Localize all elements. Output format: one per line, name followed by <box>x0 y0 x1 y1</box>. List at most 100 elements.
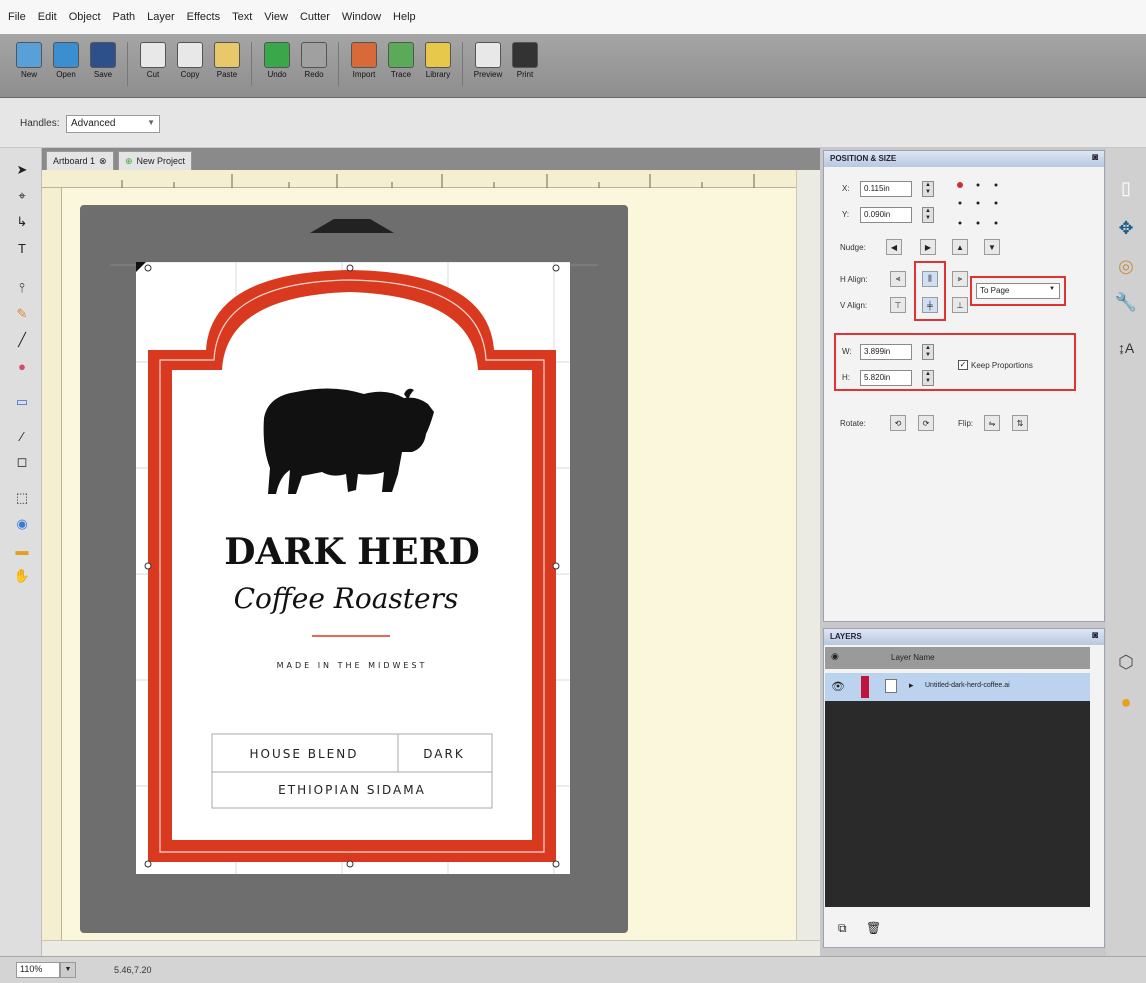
align-left-icon[interactable]: ⫷ <box>890 271 906 287</box>
flip-vertical-icon[interactable]: ⇅ <box>1012 415 1028 431</box>
brand-tagline: MADE IN THE MIDWEST <box>277 661 428 670</box>
measure-tool-icon[interactable]: ▬ <box>12 540 32 560</box>
trace-landscape-icon <box>388 42 414 68</box>
panel-close-icon[interactable]: ◙ <box>1092 152 1098 163</box>
cut-button[interactable]: Cut <box>136 42 170 79</box>
brush-tool-icon[interactable]: ╱ <box>12 330 32 350</box>
move-position-icon[interactable]: ✥ <box>1112 214 1140 242</box>
reference-point-grid[interactable] <box>954 179 1006 231</box>
toolbar-separator <box>462 42 463 86</box>
print-button[interactable]: Print <box>508 42 542 79</box>
x-spinner[interactable]: ▲ ▼ <box>922 181 934 197</box>
tab-new-project[interactable]: ⊕ New Project <box>118 151 193 170</box>
nudge-up-icon[interactable]: ▲ <box>952 239 968 255</box>
toolbar-separator <box>127 42 128 86</box>
delete-layer-icon[interactable]: 🗑 <box>866 921 881 935</box>
panel-title: POSITION & SIZE <box>830 154 897 163</box>
menu-item-edit[interactable]: Edit <box>38 11 57 23</box>
library-orb-icon[interactable]: ● <box>1112 688 1140 716</box>
menu-item-effects[interactable]: Effects <box>187 11 220 23</box>
brand-script: Coffee Roasters <box>234 582 459 615</box>
brand-title: DARK HERD <box>224 531 479 573</box>
zoom-field[interactable]: 110% <box>16 962 60 978</box>
preview-button[interactable]: Preview <box>471 42 505 79</box>
import-button[interactable]: Import <box>347 42 381 79</box>
ruler-ticks <box>121 174 755 188</box>
align-right-icon[interactable]: ⫸ <box>952 271 968 287</box>
toolbar-label: Save <box>93 70 113 79</box>
pan-hand-icon[interactable]: ✋ <box>12 566 32 586</box>
tab-artboard[interactable]: Artboard 1 ⊗ <box>46 151 114 170</box>
menu-item-help[interactable]: Help <box>393 11 416 23</box>
main-toolbar: New Open Save Cut Copy Paste Undo Redo Import Tra… <box>0 34 1146 98</box>
toolbar-label: Preview <box>473 70 503 79</box>
eraser-tool-icon[interactable]: ● <box>12 356 32 376</box>
eyedropper-icon[interactable]: ⁄ <box>12 426 32 446</box>
color-palette-icon[interactable]: ◎ <box>1112 252 1140 280</box>
new-button[interactable]: New <box>12 42 46 79</box>
node-edit-icon[interactable]: ⌖ <box>12 186 32 206</box>
flip-horizontal-icon[interactable]: ⇋ <box>984 415 1000 431</box>
transform-tool-icon[interactable]: ⬚ <box>12 488 32 508</box>
toolbar-separator <box>338 42 339 86</box>
align-top-icon[interactable]: ⊤ <box>890 297 906 313</box>
close-icon[interactable]: ⊗ <box>99 156 107 167</box>
design-page[interactable]: DARK HERD Coffee Roasters MADE IN THE MI… <box>136 261 570 874</box>
text-style-icon[interactable]: ↨A <box>1112 334 1140 362</box>
menu-item-file[interactable]: File <box>8 11 26 23</box>
save-button[interactable]: Save <box>86 42 120 79</box>
nudge-right-icon[interactable]: ▶ <box>920 239 936 255</box>
knife-tool-icon[interactable]: ⫯ <box>12 278 32 298</box>
y-label: Y: <box>842 210 850 219</box>
paste-button[interactable]: Paste <box>210 42 244 79</box>
layers-stack-icon[interactable]: ⬡ <box>1112 648 1140 676</box>
select-arrow-icon[interactable]: ➤ <box>12 160 32 180</box>
new-layer-icon[interactable]: ⧉ <box>838 921 847 936</box>
nudge-down-icon[interactable]: ▼ <box>984 239 1000 255</box>
y-field[interactable]: 0.090in <box>860 207 912 223</box>
menu-item-layer[interactable]: Layer <box>147 11 175 23</box>
undo-button[interactable]: Undo <box>260 42 294 79</box>
pencil-tool-icon[interactable]: ✎ <box>12 304 32 324</box>
handles-value: Advanced <box>71 118 116 129</box>
vertical-scrollbar[interactable] <box>796 170 820 940</box>
table-cell-origin: ETHIOPIAN SIDAMA <box>278 783 426 797</box>
menu-item-object[interactable]: Object <box>69 11 101 23</box>
crop-tool-icon[interactable]: ◻ <box>12 452 32 472</box>
position-size-panel: POSITION & SIZE ◙ X: 0.115in ▲ ▼ Y: 0.090… <box>823 150 1105 622</box>
redo-button[interactable]: Redo <box>297 42 331 79</box>
copy-button[interactable]: Copy <box>173 42 207 79</box>
x-field[interactable]: 0.115in <box>860 181 912 197</box>
layer-row[interactable]: 👁 ▸ Untitled-dark-herd-coffee.ai <box>825 673 1090 701</box>
menu-item-view[interactable]: View <box>264 11 288 23</box>
label-artwork[interactable]: DARK HERD Coffee Roasters MADE IN THE MI… <box>136 261 570 874</box>
align-bottom-icon[interactable]: ⊥ <box>952 297 968 313</box>
menu-item-window[interactable]: Window <box>342 11 381 23</box>
save-disk-icon <box>90 42 116 68</box>
zoom-dropdown-icon[interactable]: ▼ <box>60 962 76 978</box>
panel-close-icon[interactable]: ◙ <box>1092 630 1098 641</box>
zoom-tool-icon[interactable]: ◉ <box>12 514 32 534</box>
text-tool-icon[interactable]: T <box>12 238 32 258</box>
bezier-tool-icon[interactable]: ↳ <box>12 212 32 232</box>
tools-palette: ➤ ⌖ ↳ T ⫯ ✎ ╱ ● ▭ ⁄ ◻ ⬚ ◉ ▬ ✋ <box>0 148 42 956</box>
document-settings-icon[interactable]: ▯ <box>1112 174 1140 202</box>
visibility-header-icon: ◉ <box>831 651 839 661</box>
nudge-left-icon[interactable]: ◀ <box>886 239 902 255</box>
rotate-right-icon[interactable]: ⟳ <box>918 415 934 431</box>
library-button[interactable]: Library <box>421 42 455 79</box>
horizontal-scrollbar[interactable] <box>42 940 820 956</box>
expand-icon[interactable]: ▸ <box>909 680 914 691</box>
trace-button[interactable]: Trace <box>384 42 418 79</box>
menu-item-cutter[interactable]: Cutter <box>300 11 330 23</box>
menu-item-text[interactable]: Text <box>232 11 252 23</box>
eye-icon[interactable]: 👁 <box>831 680 845 693</box>
handles-select[interactable]: Advanced ▼ <box>66 115 160 133</box>
tools-wrench-icon[interactable]: 🔧 <box>1112 288 1140 316</box>
shape-tool-icon[interactable]: ▭ <box>12 392 32 412</box>
menu-item-path[interactable]: Path <box>113 11 136 23</box>
rotate-left-icon[interactable]: ⟲ <box>890 415 906 431</box>
open-button[interactable]: Open <box>49 42 83 79</box>
options-bar: Handles: Advanced ▼ <box>0 98 1146 148</box>
y-spinner[interactable]: ▲ ▼ <box>922 207 934 223</box>
